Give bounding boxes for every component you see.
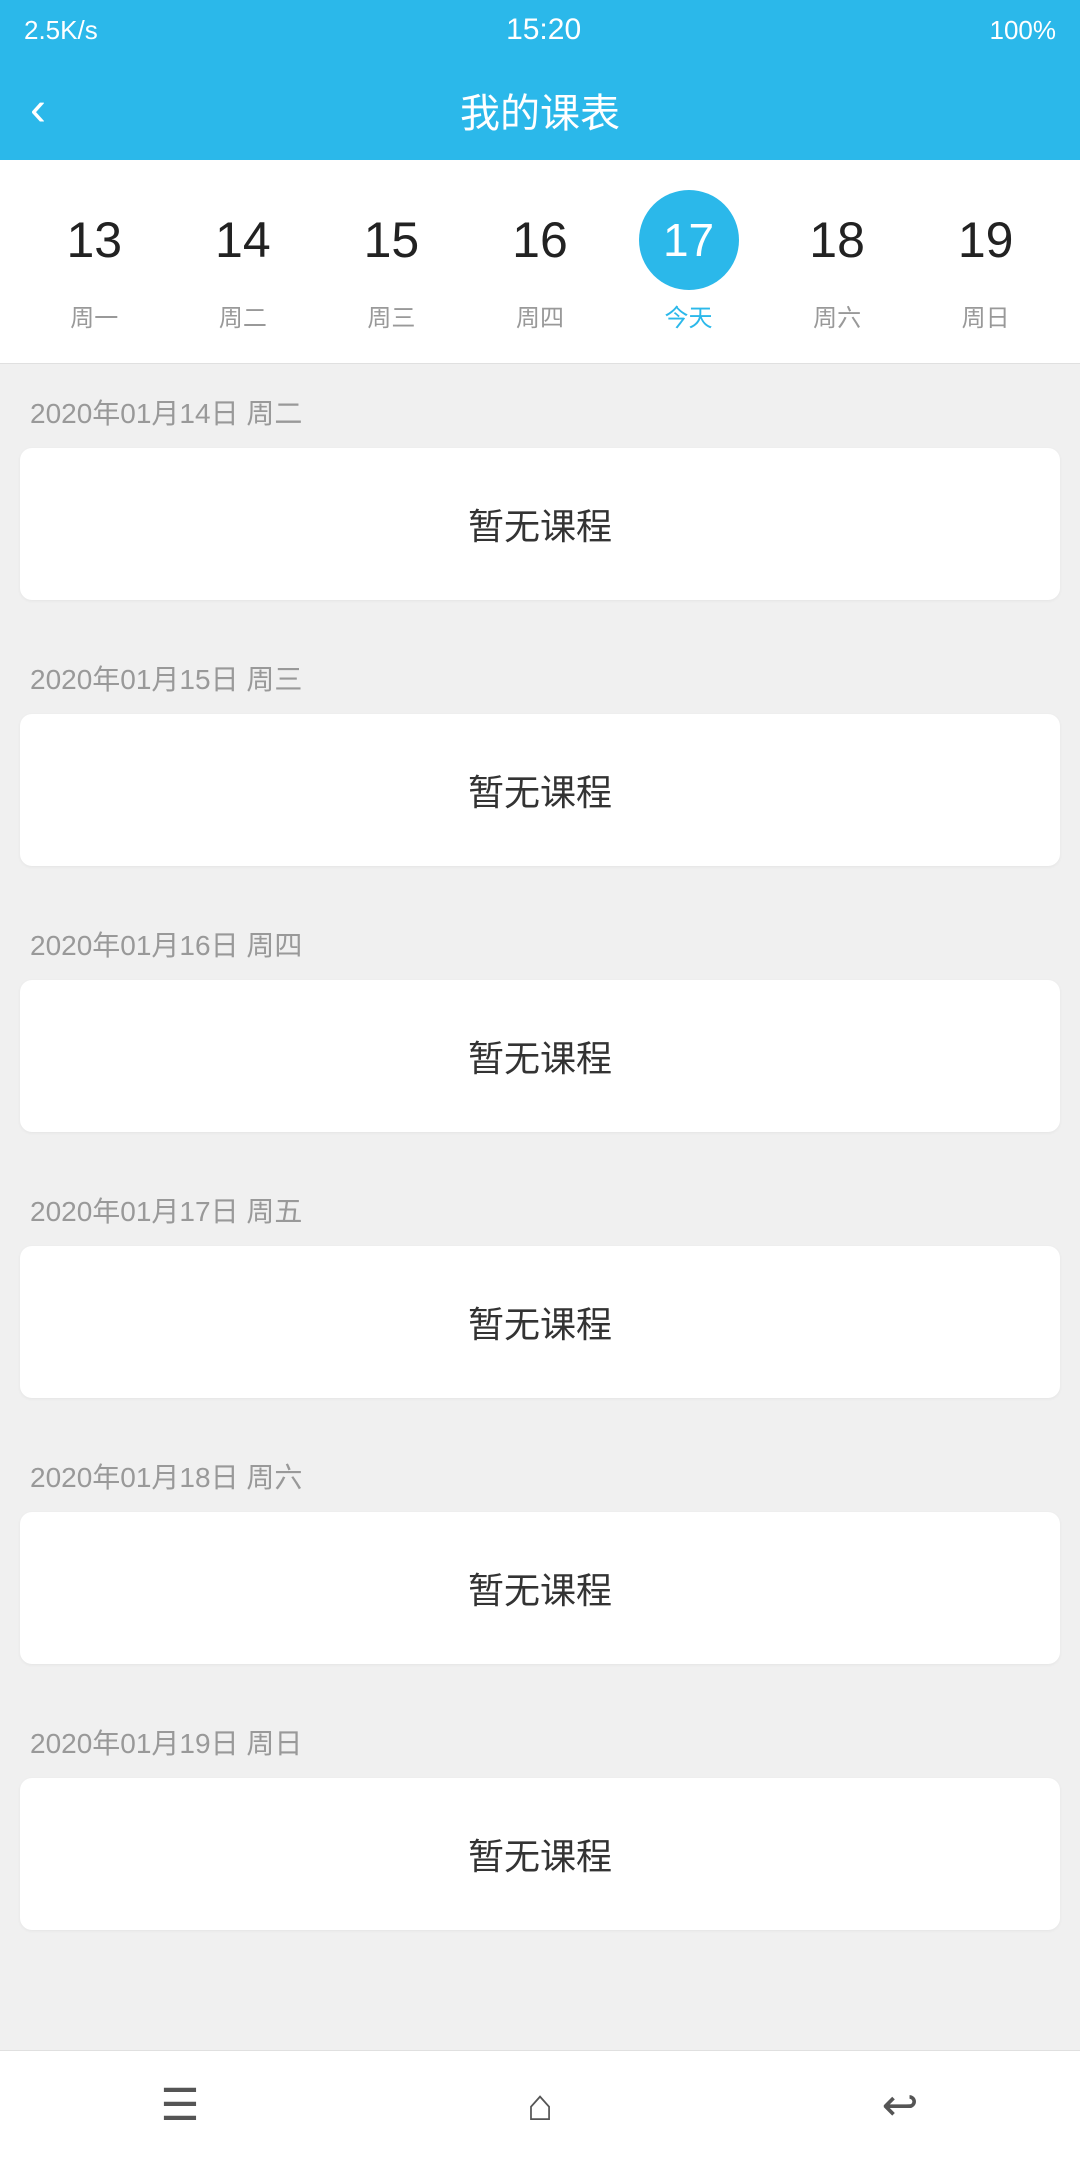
day-section-header-4: 2020年01月18日 周六 xyxy=(0,1428,1080,1512)
battery-icon: 100% xyxy=(989,15,1056,46)
status-bar: 2.5K/s 15:20 100% xyxy=(0,0,1080,60)
day-section-body-0: 暂无课程 xyxy=(20,448,1060,600)
day-section-1: 2020年01月15日 周三暂无课程 xyxy=(0,630,1080,866)
day-label: 周一 xyxy=(70,298,118,333)
day-section-0: 2020年01月14日 周二暂无课程 xyxy=(0,364,1080,600)
day-number-wrap: 16 xyxy=(490,190,590,290)
day-item-16[interactable]: 16 周四 xyxy=(480,190,600,333)
home-icon: ⌂ xyxy=(527,2081,554,2131)
back-nav-icon: ↩ xyxy=(882,2080,919,2131)
day-section-body-4: 暂无课程 xyxy=(20,1512,1060,1664)
back-button[interactable]: ‹ xyxy=(30,86,46,134)
status-right: 100% xyxy=(989,15,1056,46)
day-section-4: 2020年01月18日 周六暂无课程 xyxy=(0,1428,1080,1664)
status-left: 2.5K/s xyxy=(24,15,98,46)
day-section-header-1: 2020年01月15日 周三 xyxy=(0,630,1080,714)
day-section-3: 2020年01月17日 周五暂无课程 xyxy=(0,1162,1080,1398)
day-section-header-3: 2020年01月17日 周五 xyxy=(0,1162,1080,1246)
content-area: 2020年01月14日 周二暂无课程2020年01月15日 周三暂无课程2020… xyxy=(0,364,1080,1930)
day-label: 周二 xyxy=(219,298,267,333)
day-label: 周日 xyxy=(962,298,1010,333)
day-number-wrap: 15 xyxy=(341,190,441,290)
day-number-wrap: 13 xyxy=(44,190,144,290)
no-course-text-3: 暂无课程 xyxy=(468,1296,612,1348)
day-number: 15 xyxy=(364,215,420,265)
day-number-wrap: 18 xyxy=(787,190,887,290)
day-label: 周四 xyxy=(516,298,564,333)
day-item-18[interactable]: 18 周六 xyxy=(777,190,897,333)
title-bar: ‹ 我的课表 xyxy=(0,60,1080,160)
day-number: 14 xyxy=(215,215,271,265)
day-number: 16 xyxy=(512,215,568,265)
day-item-15[interactable]: 15 周三 xyxy=(331,190,451,333)
bottom-nav: ☰ ⌂ ↩ xyxy=(0,2050,1080,2160)
day-label: 周六 xyxy=(813,298,861,333)
day-label: 周三 xyxy=(367,298,415,333)
day-section-body-5: 暂无课程 xyxy=(20,1778,1060,1930)
page-title: 我的课表 xyxy=(460,81,620,139)
day-number-wrap: 19 xyxy=(936,190,1036,290)
day-section-2: 2020年01月16日 周四暂无课程 xyxy=(0,896,1080,1132)
day-section-body-2: 暂无课程 xyxy=(20,980,1060,1132)
day-section-header-5: 2020年01月19日 周日 xyxy=(0,1694,1080,1778)
no-course-text-0: 暂无课程 xyxy=(468,498,612,550)
day-section-body-1: 暂无课程 xyxy=(20,714,1060,866)
day-item-17[interactable]: 17 今天 xyxy=(629,190,749,333)
home-button[interactable]: ⌂ xyxy=(490,2066,590,2146)
day-section-header-0: 2020年01月14日 周二 xyxy=(0,364,1080,448)
day-section-5: 2020年01月19日 周日暂无课程 xyxy=(0,1694,1080,1930)
day-number: 18 xyxy=(809,215,865,265)
no-course-text-1: 暂无课程 xyxy=(468,764,612,816)
day-number: 19 xyxy=(958,215,1014,265)
day-number: 13 xyxy=(66,215,122,265)
network-speed: 2.5K/s xyxy=(24,15,98,46)
status-time: 15:20 xyxy=(506,13,581,47)
day-section-body-3: 暂无课程 xyxy=(20,1246,1060,1398)
day-item-19[interactable]: 19 周日 xyxy=(926,190,1046,333)
no-course-text-2: 暂无课程 xyxy=(468,1030,612,1082)
day-number: 17 xyxy=(663,217,714,263)
no-course-text-5: 暂无课程 xyxy=(468,1828,612,1880)
menu-icon: ☰ xyxy=(160,2080,199,2131)
back-nav-button[interactable]: ↩ xyxy=(850,2066,950,2146)
week-selector: 13 周一 14 周二 15 周三 16 周四 17 今天 18 周六 19 周日 xyxy=(0,160,1080,364)
day-item-13[interactable]: 13 周一 xyxy=(34,190,154,333)
menu-button[interactable]: ☰ xyxy=(130,2066,230,2146)
day-label: 今天 xyxy=(665,298,713,333)
no-course-text-4: 暂无课程 xyxy=(468,1562,612,1614)
day-section-header-2: 2020年01月16日 周四 xyxy=(0,896,1080,980)
day-number-wrap: 14 xyxy=(193,190,293,290)
day-number-wrap: 17 xyxy=(639,190,739,290)
day-item-14[interactable]: 14 周二 xyxy=(183,190,303,333)
